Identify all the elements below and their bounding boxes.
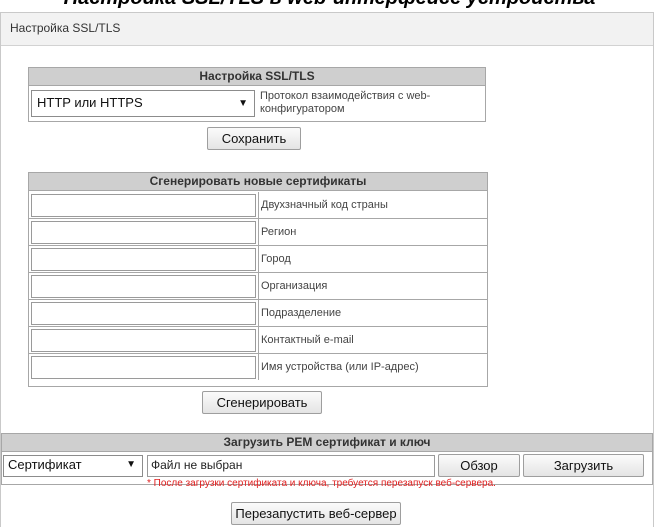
department-label: Подразделение <box>261 307 342 319</box>
row-divider <box>258 327 259 353</box>
save-button[interactable]: Сохранить <box>207 127 301 150</box>
generate-certificates-panel: Сгенерировать новые сертификаты Двухзнач… <box>28 172 488 387</box>
field-row-email: Контактный e-mail <box>29 327 487 354</box>
upload-button[interactable]: Загрузить <box>523 454 644 477</box>
email-input[interactable] <box>31 329 256 352</box>
restart-warning: * После загрузки сертификата и ключа, тр… <box>147 478 496 489</box>
city-label: Город <box>261 253 291 265</box>
field-row-organization: Организация <box>29 273 487 300</box>
protocol-select-value: HTTP или HTTPS <box>37 95 143 110</box>
row-divider <box>258 246 259 272</box>
field-row-city: Город <box>29 246 487 273</box>
protocol-select[interactable]: HTTP или HTTPS ▼ <box>31 90 255 117</box>
restart-webserver-button[interactable]: Перезапустить веб-сервер <box>231 502 401 525</box>
settings-frame: Настройка SSL/TLS Настройка SSL/TLS HTTP… <box>0 12 654 527</box>
field-row-department: Подразделение <box>29 300 487 327</box>
page-title: Настройка SSL/TLS <box>10 21 121 35</box>
city-input[interactable] <box>31 248 256 271</box>
organization-input[interactable] <box>31 275 256 298</box>
organization-label: Организация <box>261 280 328 292</box>
country-code-input[interactable] <box>31 194 256 217</box>
generate-button[interactable]: Сгенерировать <box>202 391 322 414</box>
row-divider <box>258 300 259 326</box>
field-row-region: Регион <box>29 219 487 246</box>
ssl-settings-panel: Настройка SSL/TLS HTTP или HTTPS ▼ Прото… <box>28 67 486 122</box>
file-status: Файл не выбран <box>151 458 243 472</box>
upload-panel-title: Загрузить PEM сертификат и ключ <box>2 434 652 452</box>
browse-button[interactable]: Обзор <box>438 454 520 477</box>
generate-panel-title: Сгенерировать новые сертификаты <box>29 173 487 191</box>
device-name-input[interactable] <box>31 356 256 379</box>
field-row-country: Двухзначный код страны <box>29 192 487 219</box>
page-header: Настройка SSL/TLS <box>1 13 653 46</box>
upload-pem-panel: Загрузить PEM сертификат и ключ Сертифик… <box>1 433 653 489</box>
protocol-label: Протокол взаимодействия с web-конфигурат… <box>260 90 431 115</box>
region-label: Регион <box>261 226 297 238</box>
email-label: Контактный e-mail <box>261 334 354 346</box>
certificate-type-value: Сертификат <box>8 457 82 472</box>
department-input[interactable] <box>31 302 256 325</box>
chevron-down-icon: ▼ <box>238 98 248 109</box>
document-heading-fragment: Настройка SSL/TLS в web-интерфейсе устро… <box>0 0 659 10</box>
ssl-panel-title: Настройка SSL/TLS <box>29 68 485 86</box>
region-input[interactable] <box>31 221 256 244</box>
row-divider <box>258 192 259 218</box>
certificate-type-select[interactable]: Сертификат ▼ <box>3 455 143 477</box>
row-divider <box>258 354 259 380</box>
row-divider <box>258 219 259 245</box>
field-row-device-name: Имя устройства (или IP-адрес) <box>29 354 487 381</box>
country-code-label: Двухзначный код страны <box>261 199 388 211</box>
row-divider <box>258 273 259 299</box>
device-name-label: Имя устройства (или IP-адрес) <box>261 361 419 373</box>
chevron-down-icon: ▼ <box>126 459 136 470</box>
